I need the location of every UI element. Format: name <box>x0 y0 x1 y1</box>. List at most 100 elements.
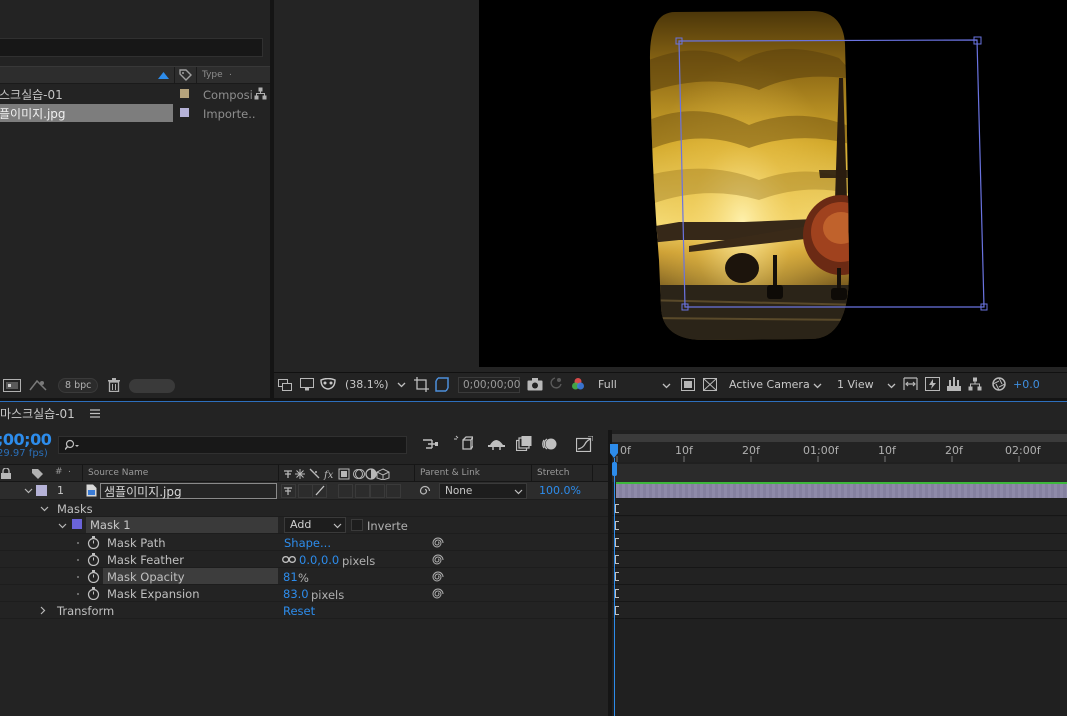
expression-pick-whip-icon[interactable] <box>432 554 444 566</box>
composition-canvas[interactable] <box>479 0 1067 367</box>
mask-expansion-row[interactable]: Mask Expansion 83.0 pixels <box>0 585 608 602</box>
column-type-header[interactable]: Type <box>202 70 223 80</box>
column-source-name-header[interactable]: Source Name <box>88 468 148 478</box>
label-tag-icon[interactable] <box>179 69 192 82</box>
fast-preview-render-icon[interactable] <box>925 377 940 391</box>
project-search-field[interactable] <box>0 38 263 57</box>
stopwatch-icon[interactable] <box>87 536 100 549</box>
chevron-down-icon[interactable] <box>40 506 49 512</box>
transform-group-row[interactable]: Transform Reset <box>0 602 608 619</box>
switch-motion-blur[interactable] <box>370 484 385 498</box>
mask-path-value[interactable]: Shape... <box>284 536 331 550</box>
work-area-bar[interactable] <box>612 434 1067 442</box>
chevron-down-icon[interactable] <box>24 488 33 494</box>
switch-shy[interactable] <box>281 484 296 498</box>
monitor-icon[interactable] <box>300 378 314 391</box>
reset-exposure-icon[interactable] <box>992 377 1006 391</box>
timeline-search-field[interactable] <box>58 436 407 454</box>
transparency-grid-icon[interactable] <box>435 377 451 392</box>
chevron-right-icon[interactable] <box>40 606 46 615</box>
expression-pick-whip-icon[interactable] <box>432 588 444 600</box>
chevron-down-icon <box>887 383 896 389</box>
mask-mode-dropdown[interactable]: Add <box>284 517 346 533</box>
playhead-handle[interactable] <box>610 444 618 458</box>
stretch-value[interactable]: 100.0% <box>539 484 581 497</box>
layer-duration-bar[interactable] <box>616 482 1067 498</box>
parent-dropdown[interactable]: None <box>439 483 527 499</box>
frame-blending-icon[interactable] <box>516 436 532 451</box>
color-channels-icon[interactable] <box>571 377 585 391</box>
property-dot <box>77 542 79 544</box>
constrain-proportions-link-icon[interactable] <box>282 555 296 564</box>
mask-opacity-row[interactable]: Mask Opacity 81 % <box>0 568 608 585</box>
layer-row[interactable]: 1 샘플이미지.jpg None 100.0% <box>0 482 608 500</box>
show-snapshot-icon[interactable] <box>548 377 563 391</box>
thumbnail-slider[interactable] <box>129 379 175 393</box>
mask-feather-value[interactable]: 0.0,0.0 <box>299 553 339 567</box>
project-item-composition[interactable]: 스크실습-01 Composi <box>0 86 270 103</box>
zoom-dropdown[interactable]: (38.1%) <box>342 376 408 394</box>
project-item-footage[interactable]: 플이미지.jpg Importe.. <box>0 104 270 122</box>
motion-blur-icon[interactable] <box>541 437 558 451</box>
switch-adjustment[interactable] <box>386 484 401 498</box>
graph-editor-icon[interactable] <box>576 436 593 452</box>
draft-3d-icon[interactable] <box>454 435 473 452</box>
lock-icon[interactable] <box>1 468 11 479</box>
mask-feather-row[interactable]: Mask Feather 0.0,0.0 pixels <box>0 551 608 568</box>
bpc-button[interactable]: 8 bpc <box>58 378 98 393</box>
label-tag-icon[interactable] <box>31 468 44 480</box>
expression-pick-whip-icon[interactable] <box>432 571 444 583</box>
pick-whip-icon[interactable] <box>419 485 431 497</box>
stopwatch-icon[interactable] <box>87 587 100 600</box>
flowchart-view-icon[interactable] <box>3 379 21 392</box>
comp-flowchart-icon[interactable] <box>968 377 982 391</box>
project-item-name: 스크실습-01 <box>0 88 63 102</box>
layer-name-field[interactable]: 샘플이미지.jpg <box>100 483 277 499</box>
trash-icon[interactable] <box>108 378 120 392</box>
transform-reset-link[interactable]: Reset <box>283 604 315 618</box>
switch-collapse[interactable] <box>298 484 313 498</box>
timeline-timecode[interactable]: ;00;00 <box>0 430 52 449</box>
comp-mini-flowchart-icon[interactable] <box>422 437 439 451</box>
view-layout-dropdown[interactable]: 1 View <box>831 377 899 394</box>
mask-color-swatch[interactable] <box>72 519 82 529</box>
panel-menu-icon[interactable] <box>90 409 100 418</box>
switch-frame-blend[interactable] <box>355 484 370 498</box>
always-preview-icon[interactable] <box>278 379 292 391</box>
current-time-field[interactable]: 0;00;00;00 <box>458 377 520 393</box>
switch-effects[interactable] <box>338 484 353 498</box>
switch-quality[interactable] <box>312 484 327 498</box>
mask-inverted-checkbox[interactable] <box>351 519 363 531</box>
masks-group-row[interactable]: Masks <box>0 500 608 517</box>
mask-row[interactable]: Mask 1 Add Inverte <box>0 517 608 534</box>
column-parent-header[interactable]: Parent & Link <box>420 468 480 478</box>
mask-visibility-icon[interactable] <box>320 378 336 390</box>
camera-dropdown[interactable]: Active Camera <box>723 377 826 394</box>
snapshot-camera-icon[interactable] <box>527 378 543 391</box>
region-of-interest-icon[interactable] <box>414 377 429 392</box>
timeline-link-icon[interactable] <box>947 377 961 391</box>
exposure-value[interactable]: +0.0 <box>1013 378 1040 391</box>
sort-ascending-icon[interactable] <box>158 72 169 79</box>
stopwatch-icon[interactable] <box>87 553 100 566</box>
playhead-line[interactable] <box>614 458 615 716</box>
render-queue-icon[interactable] <box>28 378 48 392</box>
fast-previews-icon[interactable] <box>681 378 695 391</box>
mask-path-row[interactable]: Mask Path Shape... <box>0 534 608 551</box>
timeline-comp-tab[interactable]: 마스크실습-01 <box>0 405 75 422</box>
mask-name-field[interactable]: Mask 1 <box>86 517 278 533</box>
flowchart-icon[interactable] <box>254 87 267 100</box>
column-stretch-header[interactable]: Stretch <box>537 468 569 478</box>
time-ruler[interactable]: 0f 10f 20f 01:00f 10f 20f 02:00f <box>612 442 1067 462</box>
stopwatch-icon[interactable] <box>87 570 100 583</box>
mask-expansion-value[interactable]: 83.0 <box>283 587 309 601</box>
toggle-pixel-aspect-icon[interactable] <box>903 377 918 391</box>
property-track <box>612 551 1067 568</box>
expression-pick-whip-icon[interactable] <box>432 537 444 549</box>
toggle-transparency-icon[interactable] <box>703 378 717 391</box>
layer-label-color[interactable] <box>36 485 47 496</box>
mask-opacity-value[interactable]: 81 <box>283 570 298 584</box>
chevron-down-icon[interactable] <box>58 523 67 529</box>
shy-layers-icon[interactable] <box>488 437 505 451</box>
resolution-dropdown[interactable]: Full <box>592 377 675 394</box>
